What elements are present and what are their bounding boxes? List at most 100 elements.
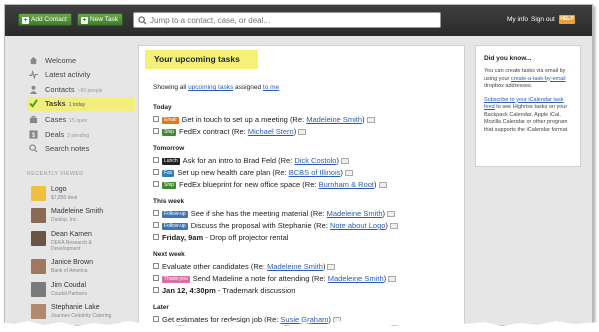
task-row: Email Get in touch to set up a meeting (R… (153, 115, 375, 125)
briefcase-icon (29, 115, 38, 124)
group-heading-later: Later (153, 304, 169, 311)
checkmark-icon (29, 99, 38, 108)
create-task-by-email-link[interactable]: create-a-task-by-email (511, 76, 566, 82)
task-subject-link[interactable]: BCBS of Illinois (289, 168, 341, 177)
new-task-label: New Task (90, 16, 119, 23)
task-subject-link[interactable]: Dick Costolo (294, 156, 336, 165)
recent-item-dean-kamen[interactable]: Dean Kamen DEKA Research & Development (31, 231, 131, 252)
task-checkbox[interactable] (153, 234, 159, 240)
recent-item-meta: Bank of America (51, 268, 88, 274)
task-subject-link[interactable]: Note about Logo (330, 221, 385, 230)
did-you-know-panel: Did you know... You can create tasks via… (475, 45, 581, 167)
sidebar-item-welcome[interactable]: Welcome (27, 55, 135, 66)
task-checkbox[interactable] (153, 169, 159, 175)
help-button[interactable]: HELP (559, 15, 575, 24)
task-checkbox[interactable] (153, 181, 159, 187)
tip-text: to see Highrise tasks on your Backpack C… (484, 104, 569, 133)
task-row: Follow-up Discuss the proposal with Steph… (153, 221, 398, 231)
task-text: Send Madeline a note for attending (192, 274, 310, 283)
sidebar-item-cases[interactable]: Cases 15 open (27, 114, 135, 125)
group-heading-this-week: This week (153, 198, 185, 205)
my-info-link[interactable]: My info (507, 16, 528, 23)
plus-icon: + (22, 17, 29, 24)
task-checkbox[interactable] (153, 210, 159, 216)
search-box[interactable] (133, 12, 441, 28)
group-heading-tomorrow: Tomorrow (153, 145, 185, 152)
add-contact-button[interactable]: + Add Contact (18, 13, 72, 26)
sidebar-item-count: ~60 people (77, 88, 103, 94)
recent-item-janice-brown[interactable]: Janice Brown Bank of America (31, 259, 131, 279)
task-row: Fax Set up new health care plan (Re: BCBS… (153, 168, 353, 178)
showing-mid: assigned (235, 84, 262, 91)
task-text: FedEx contract (179, 127, 230, 136)
note-icon[interactable] (389, 223, 398, 229)
sidebar-item-label: Contacts (45, 85, 75, 94)
note-icon[interactable] (378, 182, 387, 188)
recent-item-meta: $7,850 deal (51, 195, 78, 201)
task-close: ) (336, 156, 339, 165)
sign-out-link[interactable]: Sign out (531, 16, 555, 23)
upcoming-tasks-filter-link[interactable]: upcoming tasks (188, 84, 233, 91)
person-icon (29, 85, 38, 94)
task-close: ) (383, 274, 387, 283)
recent-item-logo[interactable]: Logo $7,850 deal (31, 186, 131, 206)
task-re: (Re: (289, 115, 305, 124)
task-subject-link[interactable]: Burnham & Root (319, 180, 374, 189)
recent-item-madeleine-smith[interactable]: Madeleine Smith Dunlop, Inc. (31, 208, 131, 228)
task-checkbox[interactable] (153, 222, 159, 228)
note-icon[interactable] (366, 117, 375, 123)
task-checkbox[interactable] (153, 128, 159, 134)
task-row: Follow-up See if she has the meeting mate… (153, 209, 395, 219)
note-icon[interactable] (387, 211, 395, 217)
task-re: (Re: (278, 156, 293, 165)
task-re: (Re: (310, 209, 325, 218)
sidebar-item-label: Latest activity (45, 70, 91, 79)
task-close: ) (382, 209, 386, 218)
sidebar: Welcome Latest activity Contacts ~60 peop… (5, 36, 135, 325)
add-contact-label: Add Contact (31, 16, 67, 23)
new-task-button[interactable]: + New Task (77, 13, 124, 26)
task-subject-link[interactable]: Madeleine Smith (328, 274, 384, 283)
note-icon[interactable] (388, 276, 397, 282)
task-text: Evaluate other candidates (162, 262, 249, 271)
note-icon[interactable] (327, 264, 336, 270)
task-checkbox[interactable] (153, 157, 159, 163)
note-icon[interactable] (344, 170, 353, 176)
avatar (31, 208, 46, 223)
task-due-time: Friday, 9am (162, 233, 204, 242)
task-checkbox[interactable] (153, 263, 159, 269)
task-category-badge: Lunch (162, 158, 180, 165)
task-close: ) (362, 115, 365, 124)
task-checkbox[interactable] (153, 116, 159, 122)
note-icon[interactable] (340, 158, 349, 164)
task-text: See if she has the meeting material (190, 209, 309, 218)
task-subject-link[interactable]: Madeleine Smith (327, 209, 383, 218)
task-close: ) (374, 180, 377, 189)
sidebar-item-count: 2 pending (67, 133, 90, 139)
task-subject-link[interactable]: Michael Stern (248, 127, 294, 136)
search-icon (138, 16, 147, 25)
task-category-badge: Follow-up (162, 223, 188, 230)
note-icon[interactable] (298, 129, 307, 135)
recent-item-name: Stephanie Lake (51, 304, 100, 311)
sidebar-item-deals[interactable]: $ Deals 2 pending (27, 129, 135, 140)
task-re: (Re: (231, 127, 246, 136)
task-re: (Re: (250, 262, 265, 271)
task-text: FedEx blueprint for new office space (179, 180, 301, 189)
sidebar-item-count: 15 open (69, 118, 88, 124)
activity-icon (29, 70, 38, 79)
task-checkbox[interactable] (153, 275, 159, 281)
sidebar-item-tasks[interactable]: Tasks 1 today (27, 97, 135, 111)
sidebar-item-latest-activity[interactable]: Latest activity (27, 69, 135, 80)
did-you-know-title: Did you know... (484, 55, 532, 62)
tip-text: dropbox addresses. (484, 83, 533, 89)
sidebar-item-search-notes[interactable]: Search notes (27, 143, 135, 154)
search-input[interactable] (150, 14, 435, 26)
task-subject-link[interactable]: Madeleine Smith (267, 262, 323, 271)
task-checkbox[interactable] (153, 287, 159, 293)
assignee-filter-link[interactable]: to me (263, 84, 279, 91)
task-subject-link[interactable]: Madeleine Smith (306, 115, 362, 124)
avatar (31, 282, 46, 297)
sidebar-item-contacts[interactable]: Contacts ~60 people (27, 84, 135, 95)
recent-item-jim-coudal[interactable]: Jim Coudal Coudal Partners (31, 282, 131, 302)
